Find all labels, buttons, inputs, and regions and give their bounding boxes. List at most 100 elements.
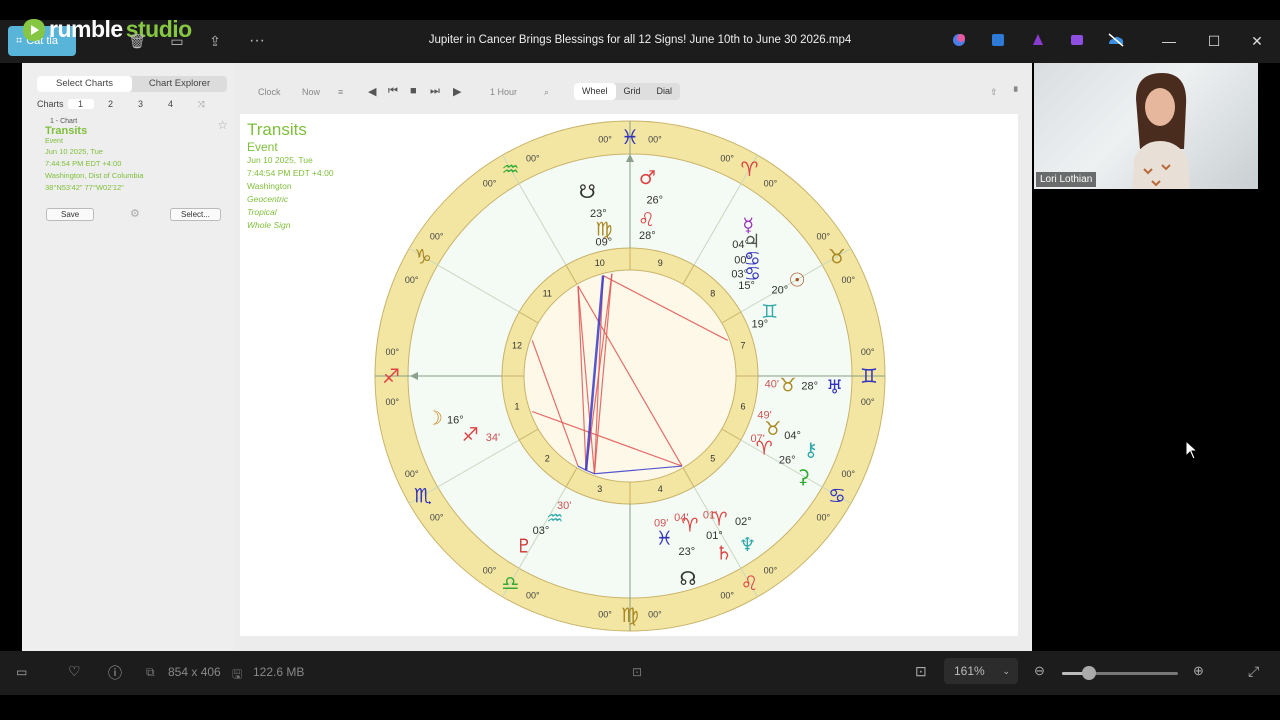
chart-card-coords: 38°N53'42" 77°W02'12" — [45, 183, 124, 192]
favorite-icon[interactable]: ♡ — [68, 663, 81, 680]
uranus-minutes-degree: 40' — [765, 378, 779, 390]
onedrive-icon[interactable] — [1107, 32, 1125, 50]
settings-icon[interactable]: ⚙ — [130, 207, 140, 220]
title-bar: ⌗ Cắt tỉa rumble studio 🗑 ▭ ⇪ ··· Jupite… — [0, 16, 1280, 63]
copy-icon[interactable]: ▭ — [168, 32, 186, 50]
south-node-minutes-glyph-icon: ♓ — [656, 527, 673, 549]
astro-sidebar: Select Charts Chart Explorer Charts 1 2 … — [22, 63, 234, 651]
zodiac-degree-label: 00° — [385, 397, 399, 407]
moon-glyph-icon: ☽ — [426, 408, 443, 430]
chart-number-4[interactable]: 4 — [158, 99, 184, 109]
export-icon[interactable]: ⇧ — [990, 87, 998, 98]
house-number: 9 — [658, 258, 663, 268]
chart-number-2[interactable]: 2 — [98, 99, 124, 109]
zodiac-sign-glyph: ♍ — [621, 603, 639, 627]
skip-back-icon[interactable]: ⏮ — [388, 85, 398, 98]
chart-toolbar: Clock Now ≡ ◀ ⏮ ■ ⏭ ▶ 1 Hour ⌕ Wheel Gri… — [240, 77, 1025, 107]
delete-icon[interactable]: 🗑 — [128, 32, 146, 50]
zoom-in-icon[interactable]: ⊕ — [1193, 663, 1204, 679]
tab-grid[interactable]: Grid — [616, 83, 649, 100]
tab-chart-explorer[interactable]: Chart Explorer — [132, 76, 227, 92]
zoom-slider[interactable] — [1062, 666, 1178, 680]
tab-wheel[interactable]: Wheel — [574, 83, 616, 100]
zodiac-sign-glyph: ♉ — [828, 245, 846, 269]
copilot-icon[interactable] — [950, 32, 968, 50]
minimize-button[interactable]: — — [1158, 30, 1180, 52]
zodiac-sign-glyph: ♐ — [382, 364, 400, 388]
zodiac-degree-label: 00° — [764, 179, 778, 189]
chart-card-date: Jun 10 2025, Tue — [45, 147, 103, 156]
video-editor-icon[interactable] — [1068, 32, 1086, 50]
info-icon[interactable]: ⓘ — [108, 663, 122, 683]
star-icon[interactable]: ☆ — [217, 118, 228, 132]
shuffle-icon[interactable]: ⤨ — [198, 99, 205, 110]
view-tabs: Wheel Grid Dial — [574, 83, 681, 100]
mars-degree: 26° — [646, 195, 663, 207]
clock-button[interactable]: Clock — [258, 87, 281, 97]
select-button[interactable]: Select... — [170, 208, 221, 221]
mouse-cursor-icon — [1185, 440, 1199, 460]
astro-wheel[interactable]: ♐ 00° 00° ♏ 00° 00° ♎ 00° 00° ♍ 00° 00° ♌ 00° 00° ♋ 00° 0… — [370, 118, 890, 634]
chart-number-3[interactable]: 3 — [128, 99, 154, 109]
fit-screen-icon[interactable]: ⊡ — [915, 663, 927, 680]
maximize-button[interactable]: ☐ — [1203, 30, 1225, 52]
chart-header: Transits Event Jun 10 2025, Tue 7:44:54 … — [247, 120, 334, 232]
sidebar-tabs: Select Charts Chart Explorer — [37, 76, 227, 92]
house-number: 4 — [658, 484, 663, 494]
save-button[interactable]: Save — [46, 208, 95, 221]
house-number: 12 — [512, 341, 522, 351]
chart-card[interactable]: 1 - Chart ☆ Transits Event Jun 10 2025, … — [40, 118, 228, 228]
share-icon[interactable]: ⇪ — [206, 32, 224, 50]
house-number: 10 — [595, 258, 605, 268]
disk-icon: 🖫 — [232, 667, 243, 681]
zodiac-degree-label: 00° — [720, 590, 734, 600]
chart-card-place: Washington, Dist of Columbia — [45, 171, 144, 180]
zodiac-sign-glyph: ♎ — [502, 571, 520, 595]
zodiac-degree-label: 00° — [483, 565, 497, 575]
sun-glyph-icon: ☉ — [789, 270, 806, 292]
zodiac-degree-label: 00° — [842, 469, 856, 479]
close-button[interactable]: ✕ — [1246, 30, 1268, 52]
zodiac-degree-label: 00° — [861, 347, 875, 357]
zodiac-degree-label: 00° — [430, 232, 444, 242]
edit-icon[interactable] — [989, 32, 1007, 50]
house-number: 3 — [597, 484, 602, 494]
time-step-field[interactable]: 1 Hour — [490, 87, 517, 97]
window-title: Jupiter in Cancer Brings Blessings for a… — [428, 34, 852, 46]
tab-select-charts[interactable]: Select Charts — [37, 76, 132, 92]
fullscreen-icon[interactable]: ⤢ — [1248, 663, 1259, 680]
zodiac-degree-label: 00° — [648, 610, 662, 620]
zodiac-degree-label: 00° — [861, 397, 875, 407]
node-minutes-degree: 09° — [596, 237, 613, 249]
tab-dial[interactable]: Dial — [649, 83, 681, 100]
zodiac-degree-label: 00° — [526, 590, 540, 600]
node-glyph-icon: ☋ — [579, 181, 596, 203]
zoom-dropdown[interactable]: 161% ⌄ — [944, 658, 1018, 684]
neptune-glyph-icon: ♆ — [739, 534, 756, 556]
saturn-minutes-degree: 04' — [674, 512, 688, 524]
house-number: 2 — [545, 454, 550, 464]
clipchamp-icon[interactable] — [1029, 32, 1047, 50]
step-back-icon[interactable]: ◀ — [368, 85, 376, 98]
stop-icon[interactable]: ■ — [410, 85, 417, 97]
chart-card-index: 1 - Chart — [50, 118, 78, 125]
zodiac-sign-glyph: ♌ — [741, 571, 759, 595]
play-icon[interactable]: ▶ — [453, 85, 461, 98]
list-icon[interactable]: ≡ — [338, 87, 343, 97]
chart-number-1[interactable]: 1 — [67, 99, 94, 109]
skip-forward-icon[interactable]: ⏭ — [430, 85, 440, 98]
zodiac-degree-label: 00° — [598, 134, 612, 144]
uranus-minutes-glyph-icon: ♉ — [779, 374, 796, 396]
charts-selector: Charts 1 2 3 4 ⤨ — [37, 97, 227, 111]
zodiac-degree-label: 00° — [817, 512, 831, 522]
search-icon[interactable]: ⌕ — [544, 87, 549, 98]
focus-icon[interactable]: ⊡ — [632, 665, 642, 679]
zoom-slider-knob[interactable] — [1081, 666, 1096, 680]
house-number: 7 — [741, 341, 746, 351]
filmstrip-icon[interactable]: ▭ — [16, 665, 27, 679]
zoom-out-icon[interactable]: ⊖ — [1034, 663, 1045, 679]
more-menu-button[interactable]: ··· — [246, 32, 268, 50]
charts-label: Charts — [37, 99, 64, 109]
pin-icon[interactable]: ▘ — [1014, 87, 1021, 98]
now-button[interactable]: Now — [302, 87, 320, 97]
